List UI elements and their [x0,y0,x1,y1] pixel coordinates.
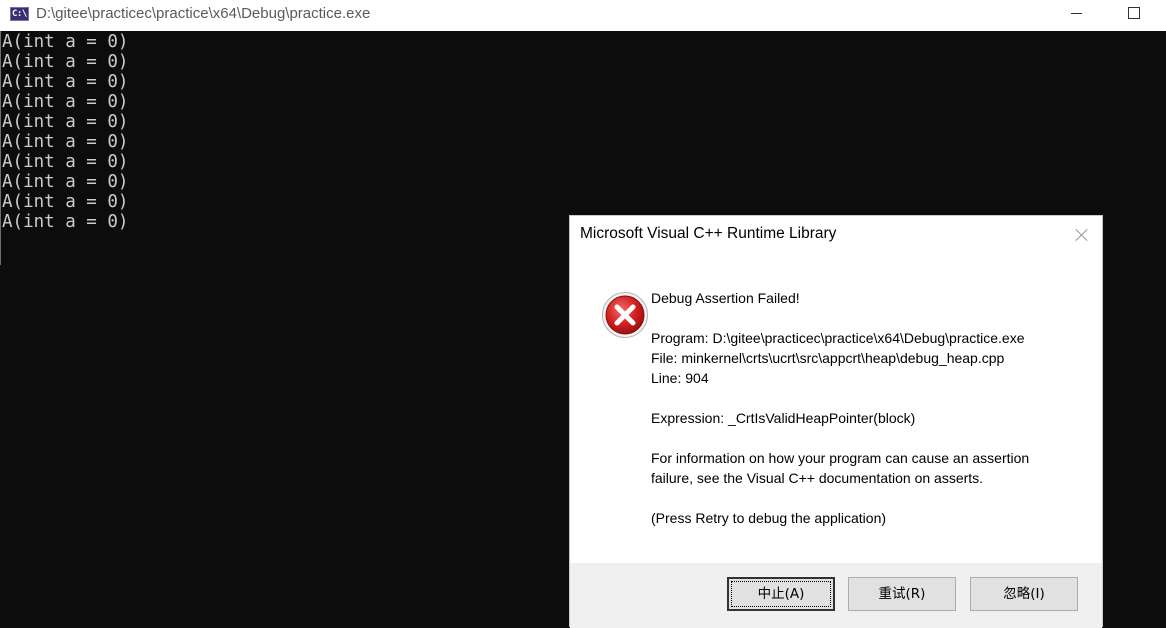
console-title-bar[interactable]: C:\ D:\gitee\practicec\practice\x64\Debu… [0,0,1166,31]
info-text-line-2: failure, see the Visual C++ documentatio… [651,470,984,486]
console-app-icon-text: C:\ [12,9,27,19]
console-line: A(int a = 0) [2,32,129,52]
console-line: A(int a = 0) [2,72,129,92]
assertion-heading: Debug Assertion Failed! [651,290,800,306]
ignore-button[interactable]: 忽略(I) [970,577,1078,611]
dialog-message: Debug Assertion Failed! Program: D:\gite… [651,288,1029,528]
console-line: A(int a = 0) [2,192,129,212]
console-line: A(int a = 0) [2,172,129,192]
assertion-dialog: Microsoft Visual C++ Runtime Library Deb… [569,215,1103,628]
console-lines: A(int a = 0) A(int a = 0) A(int a = 0) A… [2,32,128,232]
error-icon [602,292,648,338]
press-retry-hint: (Press Retry to debug the application) [651,510,887,526]
dialog-button-bar: 中止(A) 重试(R) 忽略(I) [570,563,1102,628]
expression-text: Expression: _CrtIsValidHeapPointer(block… [651,410,916,426]
minimize-button[interactable] [1054,0,1100,31]
info-text-line-1: For information on how your program can … [651,450,1030,466]
console-line: A(int a = 0) [2,152,129,172]
console-line: A(int a = 0) [2,52,129,72]
console-app-icon: C:\ [10,7,29,21]
close-icon[interactable] [1073,226,1091,244]
file-path: File: minkernel\crts\ucrt\src\appcrt\hea… [651,350,1005,366]
line-number: Line: 904 [651,370,709,386]
window-title: D:\gitee\practicec\practice\x64\Debug\pr… [36,5,371,22]
console-line: A(int a = 0) [2,212,129,232]
program-path: Program: D:\gitee\practicec\practice\x64… [651,330,1025,346]
console-line: A(int a = 0) [2,112,129,132]
console-left-border [0,31,1,265]
retry-button[interactable]: 重试(R) [848,577,956,611]
dialog-title: Microsoft Visual C++ Runtime Library [580,225,837,242]
console-line: A(int a = 0) [2,92,129,112]
abort-button[interactable]: 中止(A) [727,577,835,611]
maximize-button[interactable] [1110,0,1156,31]
console-line: A(int a = 0) [2,132,129,152]
